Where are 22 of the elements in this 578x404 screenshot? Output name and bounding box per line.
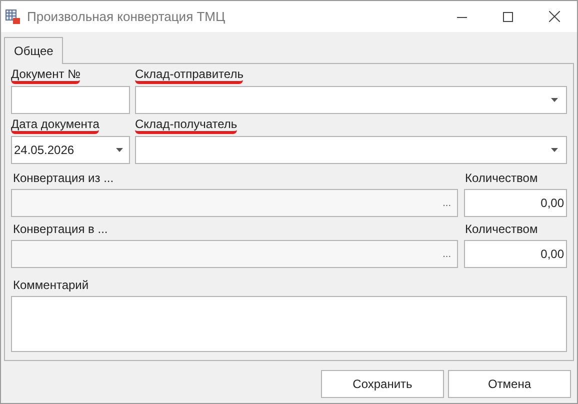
lookup-field[interactable]: ... xyxy=(11,240,458,268)
dropdown-caret-icon xyxy=(116,148,123,152)
field-label: Количеством xyxy=(465,170,538,187)
app-icon xyxy=(5,8,21,24)
tab[interactable]: Общее xyxy=(4,37,64,64)
comment-field[interactable] xyxy=(11,296,567,352)
dropdown-field[interactable] xyxy=(135,136,567,164)
window-title: Произвольная конвертация ТМЦ xyxy=(27,8,226,26)
lookup-field[interactable]: ... xyxy=(11,189,458,217)
field-label: Количеством xyxy=(465,221,538,238)
dropdown-caret-icon xyxy=(551,148,558,152)
dropdown-caret-icon xyxy=(551,98,558,102)
save-button[interactable]: Сохранить xyxy=(321,370,444,398)
field-label: Конвертация в ... xyxy=(13,221,108,238)
input-field[interactable] xyxy=(11,86,130,114)
cancel-button[interactable]: Отмена xyxy=(448,370,571,398)
field-label: Конвертация из ... xyxy=(13,170,114,187)
dropdown-field[interactable] xyxy=(135,86,567,114)
date-field[interactable]: 24.05.2026 xyxy=(11,136,130,164)
field-label: Комментарий xyxy=(13,277,89,294)
quantity-field[interactable]: 0,00 xyxy=(464,240,567,268)
quantity-field[interactable]: 0,00 xyxy=(464,189,567,217)
